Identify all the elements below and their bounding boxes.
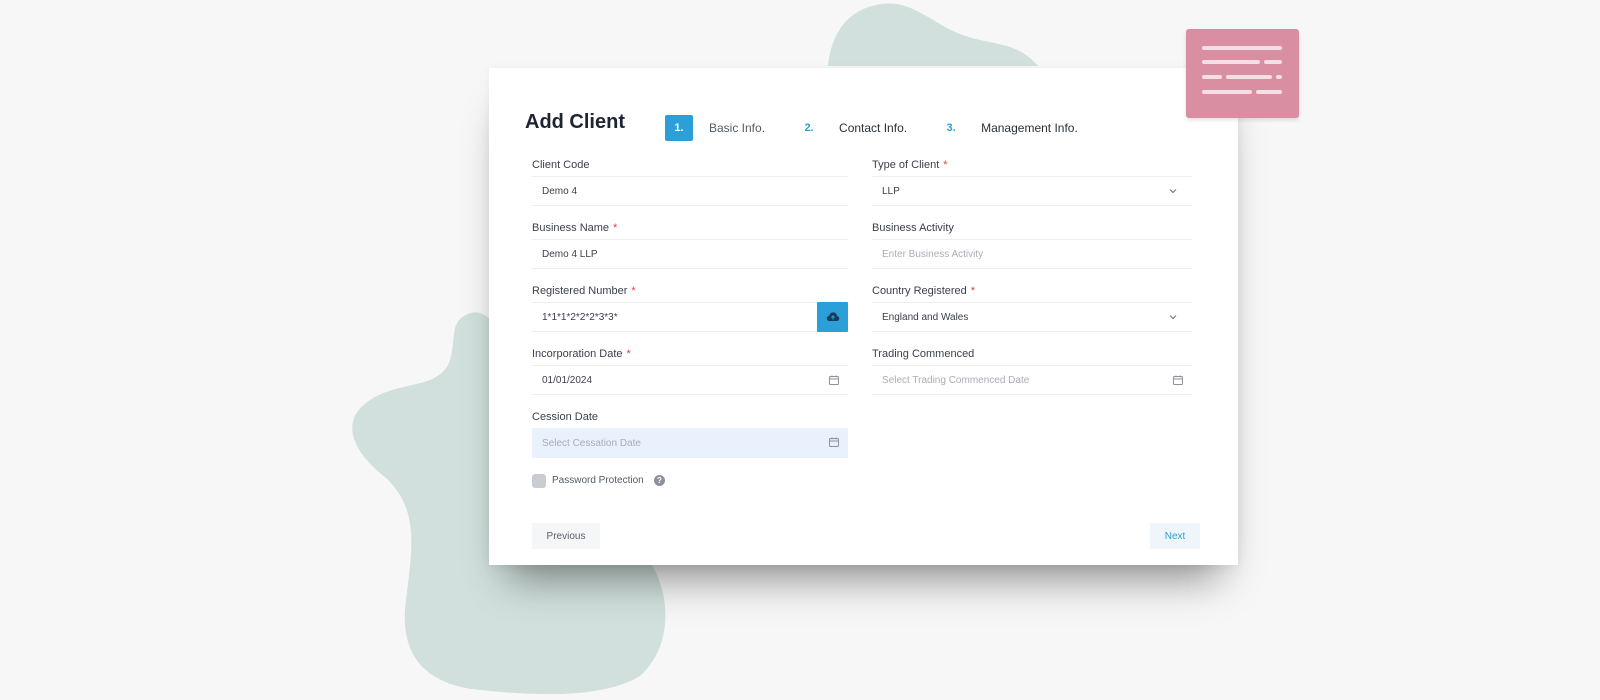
country-registered-value: England and Wales <box>882 311 969 323</box>
step-1-number[interactable]: 1. <box>665 115 693 141</box>
business-name-field[interactable]: Demo 4 LLP <box>532 239 848 269</box>
calendar-icon[interactable] <box>828 374 840 386</box>
next-button[interactable]: Next <box>1150 523 1200 549</box>
cession-date-field[interactable]: Select Cessation Date <box>532 428 848 458</box>
cession-date-placeholder: Select Cessation Date <box>542 437 641 449</box>
step-2-label[interactable]: Contact Info. <box>839 121 907 135</box>
password-protection-label: Password Protection <box>552 475 644 486</box>
step-2-number[interactable]: 2. <box>795 115 823 141</box>
client-code-label: Client Code <box>532 159 590 171</box>
add-client-form: Add Client 1. Basic Info. 2. Contact Inf… <box>489 68 1238 565</box>
client-code-field[interactable]: Demo 4 <box>532 176 848 206</box>
calendar-icon[interactable] <box>1172 374 1184 386</box>
type-of-client-value: LLP <box>882 185 900 197</box>
incorporation-date-label: Incorporation Date * <box>532 348 631 360</box>
registered-number-label: Registered Number * <box>532 285 636 297</box>
step-3-number[interactable]: 3. <box>937 115 965 141</box>
page-title: Add Client <box>525 111 625 133</box>
cession-date-label: Cession Date <box>532 411 599 423</box>
registered-number-value: 1*1*1*2*2*2*3*3* <box>542 311 618 323</box>
business-activity-placeholder: Enter Business Activity <box>882 248 984 260</box>
step-3-label[interactable]: Management Info. <box>981 121 1078 135</box>
required-mark: * <box>631 285 636 297</box>
business-activity-field[interactable]: Enter Business Activity <box>872 239 1192 269</box>
calendar-icon[interactable] <box>828 436 840 448</box>
trading-commenced-placeholder: Select Trading Commenced Date <box>882 374 1030 386</box>
step-1-label[interactable]: Basic Info. <box>709 121 765 135</box>
trading-commenced-label: Trading Commenced <box>872 348 975 360</box>
required-mark: * <box>613 222 618 234</box>
incorporation-date-value: 01/01/2024 <box>542 374 593 386</box>
step-indicator: 1. Basic Info. 2. Contact Info. 3. Manag… <box>665 115 1078 141</box>
type-of-client-label: Type of Client * <box>872 159 948 171</box>
required-mark: * <box>626 348 631 360</box>
password-protection-checkbox[interactable] <box>532 474 546 488</box>
type-of-client-select[interactable]: LLP <box>872 176 1192 206</box>
upload-button[interactable] <box>817 302 848 332</box>
previous-button[interactable]: Previous <box>532 523 600 549</box>
business-activity-label: Business Activity <box>872 222 954 234</box>
required-mark: * <box>943 159 948 171</box>
country-registered-select[interactable]: England and Wales <box>872 302 1192 332</box>
incorporation-date-field[interactable]: 01/01/2024 <box>532 365 848 395</box>
trading-commenced-field[interactable]: Select Trading Commenced Date <box>872 365 1192 395</box>
document-lines-icon <box>1186 29 1299 118</box>
question-circle-icon[interactable]: ? <box>654 475 665 486</box>
required-mark: * <box>970 285 976 297</box>
business-name-value: Demo 4 LLP <box>542 248 598 260</box>
chevron-down-icon <box>1169 315 1177 320</box>
cloud-upload-icon <box>826 312 839 321</box>
business-name-label: Business Name * <box>532 222 618 234</box>
client-code-value: Demo 4 <box>542 185 578 197</box>
chevron-down-icon <box>1169 189 1177 194</box>
registered-number-field[interactable]: 1*1*1*2*2*2*3*3* <box>532 302 817 332</box>
country-registered-label: Country Registered * <box>872 285 976 297</box>
